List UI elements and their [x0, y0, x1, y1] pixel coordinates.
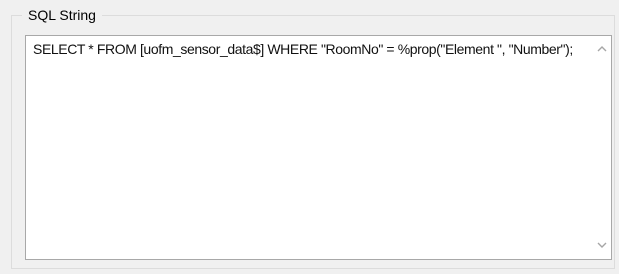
vertical-scrollbar[interactable]	[593, 36, 611, 259]
sql-string-panel: SQL String SELECT * FROM [uofm_sensor_da…	[0, 0, 619, 274]
sql-string-title: SQL String	[22, 5, 102, 25]
sql-string-content[interactable]: SELECT * FROM [uofm_sensor_data$] WHERE …	[33, 41, 583, 58]
chevron-up-icon[interactable]	[597, 44, 607, 54]
chevron-down-icon[interactable]	[597, 240, 607, 250]
sql-string-textarea[interactable]: SELECT * FROM [uofm_sensor_data$] WHERE …	[25, 35, 612, 260]
